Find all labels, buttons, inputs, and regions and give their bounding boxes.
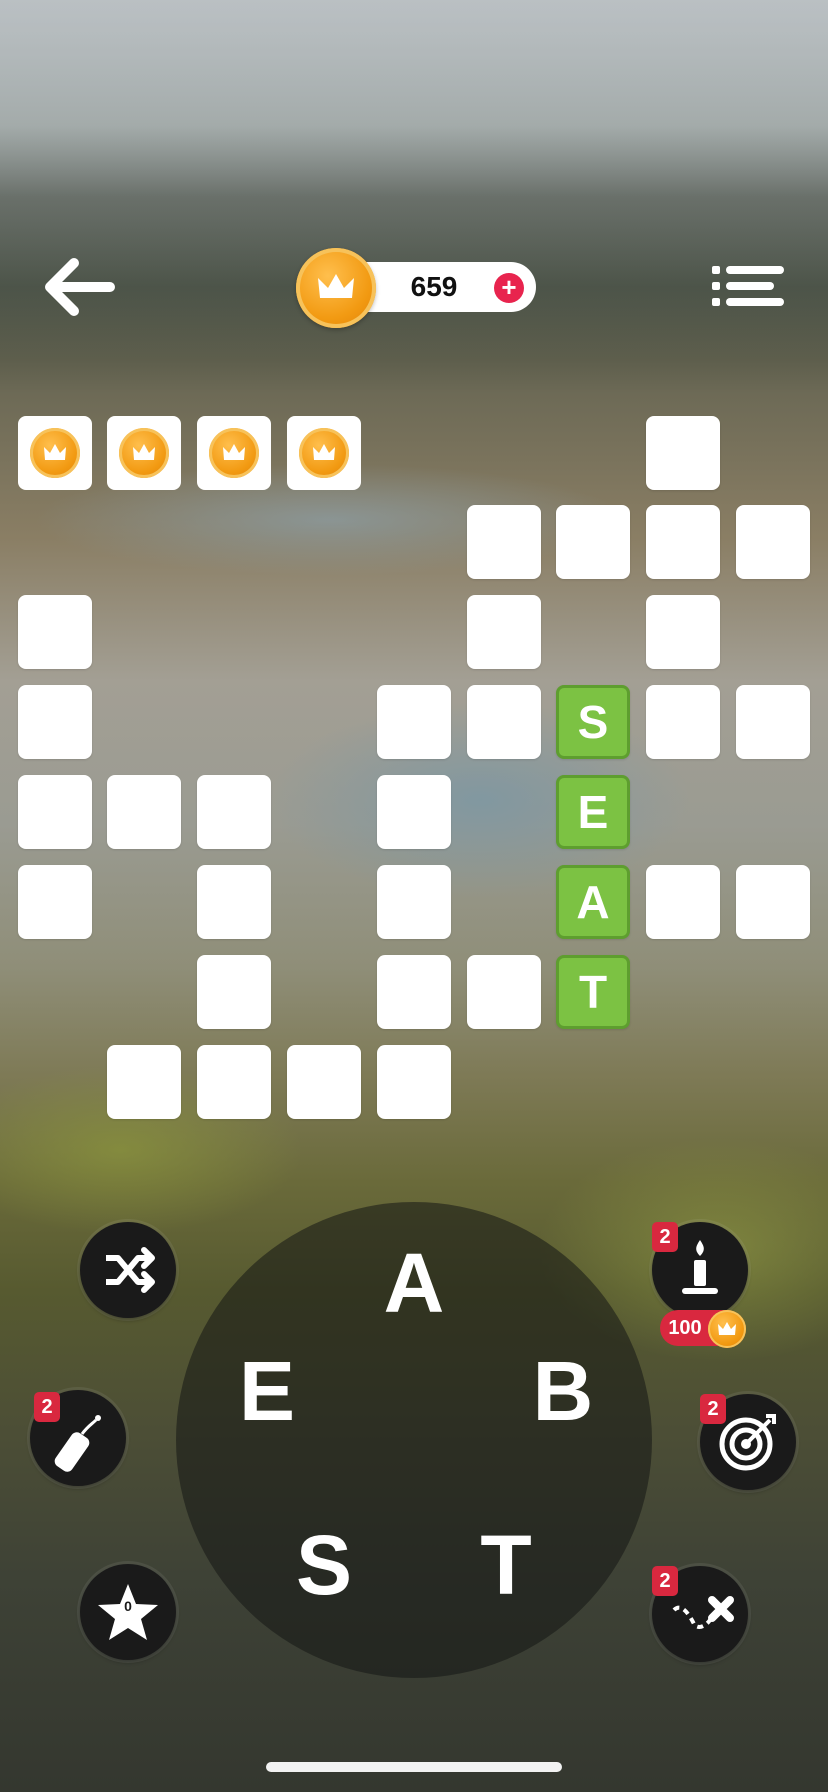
solved-cell: E [556,775,630,849]
wheel-letter-b[interactable]: B [518,1346,608,1436]
empty-cell [736,865,810,939]
home-indicator[interactable] [266,1762,562,1772]
add-coins-button[interactable]: + [494,273,524,303]
candle-cost: 100 [668,1317,702,1339]
empty-cell [467,595,541,669]
shuffle-icon [106,1247,155,1293]
solved-cell: A [556,865,630,939]
empty-cell [18,685,92,759]
empty-cell [287,1045,361,1119]
empty-cell [646,595,720,669]
wheel-letter-t[interactable]: T [461,1520,551,1610]
path-count-badge: 2 [652,1566,678,1596]
empty-cell [377,955,451,1029]
empty-cell [107,1045,181,1119]
back-button[interactable] [40,255,116,319]
bonus-coin-tile [18,416,92,490]
wheel-letter-s[interactable]: S [279,1520,369,1610]
wheel-letter-e[interactable]: E [222,1346,312,1436]
menu-button[interactable] [708,262,788,318]
empty-cell [197,775,271,849]
solved-cell: T [556,955,630,1029]
empty-cell [377,775,451,849]
crown-coin-icon [296,248,376,328]
empty-cell [197,955,271,1029]
empty-cell [646,416,720,490]
empty-cell [197,865,271,939]
empty-cell [18,865,92,939]
empty-cell [107,775,181,849]
crown-coin-icon [299,428,349,478]
crown-coin-icon [30,428,80,478]
star-count: 0 [124,1598,132,1614]
empty-cell [646,865,720,939]
shuffle-button[interactable] [80,1222,176,1318]
empty-cell [646,685,720,759]
solved-cell: S [556,685,630,759]
target-count-badge: 2 [700,1394,726,1424]
empty-cell [467,685,541,759]
empty-cell [377,865,451,939]
empty-cell [467,505,541,579]
empty-cell [736,505,810,579]
empty-cell [736,685,810,759]
empty-cell [556,505,630,579]
dynamite-count-badge: 2 [34,1392,60,1422]
empty-cell [18,775,92,849]
empty-cell [18,595,92,669]
empty-cell [377,1045,451,1119]
bonus-coin-tile [107,416,181,490]
list-menu-icon [712,266,784,306]
candle-count-badge: 2 [652,1222,678,1252]
empty-cell [377,685,451,759]
bonus-coin-tile [197,416,271,490]
empty-cell [467,955,541,1029]
bonus-coin-tile [287,416,361,490]
crown-coin-icon [209,428,259,478]
wheel-letter-a[interactable]: A [369,1238,459,1328]
crown-coin-icon [119,428,169,478]
crown-coin-icon [708,1310,746,1348]
coin-count: 659 [410,271,458,302]
empty-cell [197,1045,271,1119]
back-arrow-icon [45,258,115,316]
empty-cell [646,505,720,579]
